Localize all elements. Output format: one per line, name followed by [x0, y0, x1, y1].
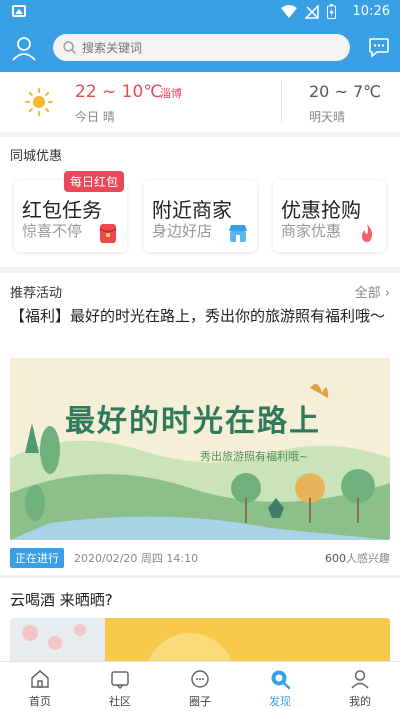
card-subtitle: 商家优惠 — [281, 222, 342, 240]
red-envelope-icon — [99, 224, 117, 243]
activity-banner-image[interactable]: 最好的时光在路上 秀出旅游照有福利哦~ — [10, 358, 390, 540]
status-time: 10:26 — [352, 4, 390, 19]
local-deals-section: 同城优惠 红包任务 惊喜不停 附近商家 身边好店 优惠抢购 商家优惠 每日红包 — [0, 137, 400, 267]
no-signal-icon — [305, 4, 319, 19]
activity-date: 2020/02/20 周四 14:10 — [74, 552, 199, 565]
post-title: 云喝酒 来晒晒? — [10, 591, 113, 609]
flame-icon — [362, 224, 373, 242]
card-title: 优惠抢购 — [281, 198, 361, 222]
home-icon — [31, 670, 49, 688]
card-discount-flash-sale[interactable]: 优惠抢购 商家优惠 — [273, 180, 386, 252]
card-nearby-merchants[interactable]: 附近商家 身边好店 — [144, 180, 257, 252]
tab-discover[interactable]: 发现 — [240, 662, 320, 711]
status-icons — [281, 4, 336, 19]
card-subtitle: 惊喜不停 — [22, 222, 83, 240]
chat-icon[interactable] — [368, 36, 390, 58]
interest-count: 600人感兴趣 — [325, 552, 390, 565]
card-title: 红包任务 — [22, 198, 102, 222]
bottom-tab-bar: 首页 社区 圈子 发现 我的 — [0, 661, 400, 711]
weather-divider — [281, 80, 282, 122]
search-icon — [63, 41, 76, 54]
post-image[interactable] — [10, 618, 390, 661]
tab-profile[interactable]: 我的 — [320, 662, 400, 711]
tab-label: 圈子 — [189, 695, 211, 708]
status-bar: 10:26 — [0, 0, 400, 24]
city-name: 淄博 — [160, 87, 182, 100]
profile-icon — [351, 670, 369, 689]
banner-subtitle: 秀出旅游照有福利哦~ — [200, 450, 309, 463]
circle-icon — [191, 670, 209, 688]
user-icon[interactable] — [10, 34, 38, 62]
tab-home[interactable]: 首页 — [0, 662, 80, 711]
section-title: 推荐活动 — [10, 286, 63, 301]
view-all-link[interactable]: 全部 › — [355, 282, 390, 301]
discover-icon — [271, 670, 291, 690]
shop-icon — [229, 225, 247, 242]
battery-icon — [327, 4, 336, 19]
today-weather-label: 今日 晴 — [75, 110, 115, 124]
banner-title: 最好的时光在路上 — [65, 404, 321, 439]
tab-circle[interactable]: 圈子 — [160, 662, 240, 711]
recommended-activities-section: 推荐活动 全部 › 【福利】最好的时光在路上，秀出你的旅游照有福利哦～ 最好的时… — [0, 273, 400, 575]
tomorrow-weather-label: 明天晴 — [309, 110, 346, 124]
activity-headline[interactable]: 【福利】最好的时光在路上，秀出你的旅游照有福利哦～ — [10, 305, 390, 328]
activity-status-badge: 正在进行 — [10, 548, 64, 568]
tab-label: 发现 — [269, 695, 291, 708]
search-input[interactable] — [82, 40, 322, 55]
community-icon — [111, 671, 129, 690]
today-temperature: 22 ~ 10℃ — [75, 82, 163, 102]
tab-community[interactable]: 社区 — [80, 662, 160, 711]
card-subtitle: 身边好店 — [152, 222, 213, 240]
daily-red-envelope-badge: 每日红包 — [64, 171, 125, 192]
card-title: 附近商家 — [152, 198, 232, 222]
wifi-icon — [281, 4, 297, 18]
section-title: 同城优惠 — [10, 149, 63, 164]
tab-label: 我的 — [349, 695, 371, 708]
tab-label: 社区 — [109, 695, 131, 708]
tomorrow-temperature: 20 ~ 7℃ — [309, 82, 382, 101]
tab-label: 首页 — [29, 695, 51, 708]
weather-panel[interactable]: 22 ~ 10℃ 淄博 今日 晴 20 ~ 7℃ 明天晴 — [0, 72, 400, 132]
image-notification-icon — [12, 5, 26, 17]
sunny-icon — [25, 88, 53, 116]
search-bar[interactable] — [53, 34, 350, 61]
post-preview[interactable]: 云喝酒 来晒晒? — [0, 577, 400, 661]
app-header — [0, 24, 400, 72]
post-illustration — [10, 618, 390, 661]
